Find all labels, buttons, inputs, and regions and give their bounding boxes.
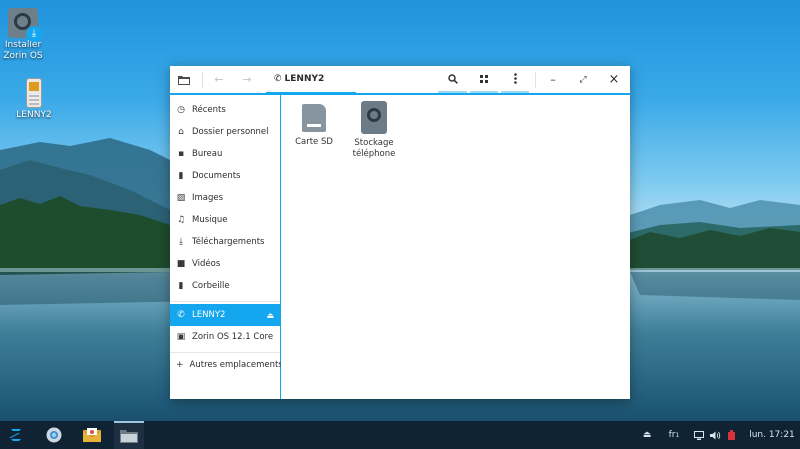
- sidebar-item-label: Dossier personnel: [192, 127, 269, 137]
- files-menu-button[interactable]: [170, 66, 198, 93]
- phone-storage-icon: [361, 101, 387, 134]
- sidebar-item-recents[interactable]: ◷ Récents: [170, 99, 280, 121]
- volume-icon: [709, 431, 720, 439]
- places-sidebar: ◷ Récents ⌂ Dossier personnel ▪ Bureau ▮…: [170, 95, 283, 399]
- sd-card-icon: [302, 104, 326, 132]
- browser-icon: [46, 427, 62, 443]
- path-label: LENNY2: [284, 74, 325, 84]
- headerbar: ← → ✆ LENNY2 – ⤢ ×: [170, 66, 630, 95]
- sidebar-item-lenny2[interactable]: ✆ LENNY2 ⏏: [170, 304, 280, 326]
- desktop-icon-lenny2[interactable]: LENNY2: [6, 78, 62, 121]
- display-button[interactable]: [692, 421, 706, 449]
- desktop-icon-label: LENNY2: [16, 110, 52, 120]
- home-icon: ⌂: [178, 127, 184, 137]
- taskbar: ⏏ fr 1 lun. 17:21: [0, 421, 800, 449]
- download-icon: ⤓: [179, 237, 183, 247]
- file-manager-window: ← → ✆ LENNY2 – ⤢ × ◷ Récents ⌂ Dossier p…: [170, 66, 630, 399]
- search-icon: [447, 73, 458, 84]
- clock-label: lun. 17:21: [749, 430, 795, 440]
- sidebar-item-label: Autres emplacements: [189, 360, 283, 370]
- sidebar-item-label: Documents: [192, 171, 241, 181]
- close-icon: ×: [608, 72, 620, 87]
- zorin-menu-icon: [9, 429, 21, 441]
- keyboard-layout-button[interactable]: fr 1: [664, 421, 684, 449]
- desktop-icon: ▪: [177, 149, 185, 159]
- drive-icon: ▣: [176, 332, 186, 342]
- clock-icon: ◷: [177, 105, 185, 115]
- desktop-icon-label: Installer Zorin OS: [3, 40, 43, 61]
- volume-button[interactable]: [708, 421, 722, 449]
- browser-button[interactable]: [40, 421, 68, 449]
- sidebar-item-videos[interactable]: ■ Vidéos: [170, 253, 280, 275]
- music-icon: ♫: [176, 215, 186, 225]
- sidebar-item-home[interactable]: ⌂ Dossier personnel: [170, 121, 280, 143]
- sidebar-item-downloads[interactable]: ⤓ Téléchargements: [170, 231, 280, 253]
- back-button[interactable]: ←: [208, 66, 230, 93]
- arrow-right-icon: →: [242, 73, 252, 86]
- document-icon: ▮: [178, 171, 184, 181]
- minimize-icon: –: [550, 73, 556, 86]
- plus-icon: +: [176, 360, 184, 370]
- close-button[interactable]: ×: [602, 66, 626, 93]
- video-icon: ■: [176, 259, 186, 269]
- sidebar-item-label: Images: [192, 193, 224, 203]
- zorin-menu-button[interactable]: [4, 421, 28, 449]
- path-bar-button[interactable]: ✆ LENNY2: [266, 66, 356, 95]
- menu-button[interactable]: [501, 66, 529, 93]
- file-view: Carte SD Stockage téléphone: [281, 95, 630, 399]
- sidebar-item-other-locations[interactable]: + Autres emplacements: [170, 354, 283, 376]
- power-button[interactable]: [724, 421, 738, 449]
- sidebar-item-zorin-core[interactable]: ▣ Zorin OS 12.1 Core: [170, 326, 280, 348]
- power-icon: [727, 430, 735, 440]
- trash-icon: ▮: [178, 281, 184, 291]
- installer-disc-icon: ⤓: [8, 8, 42, 42]
- view-toggle-button[interactable]: [470, 66, 498, 93]
- arrow-left-icon: ←: [214, 73, 224, 86]
- file-item-phone-storage[interactable]: Stockage téléphone: [339, 101, 409, 160]
- tray-eject-button[interactable]: ⏏: [640, 421, 654, 449]
- desktop-icon-installer[interactable]: ⤓ Installer Zorin OS: [0, 8, 51, 62]
- folder-icon: [178, 75, 190, 85]
- search-button[interactable]: [438, 66, 467, 93]
- eject-icon: ⏏: [642, 430, 652, 440]
- sidebar-item-label: Récents: [192, 105, 226, 115]
- sidebar-separator: [170, 301, 280, 302]
- sidebar-item-music[interactable]: ♫ Musique: [170, 209, 280, 231]
- mail-button[interactable]: [78, 421, 106, 449]
- files-icon: [120, 430, 138, 443]
- phone-icon: ✆: [274, 74, 282, 84]
- eject-icon[interactable]: ⏏: [266, 311, 274, 320]
- files-button[interactable]: [114, 421, 144, 449]
- sidebar-item-label: Musique: [192, 215, 228, 225]
- forward-button[interactable]: →: [236, 66, 258, 93]
- minimize-button[interactable]: –: [541, 66, 565, 93]
- maximize-icon: ⤢: [579, 74, 587, 85]
- sidebar-item-label: Corbeille: [192, 281, 230, 291]
- sidebar-item-label: LENNY2: [192, 310, 226, 320]
- image-icon: ▨: [176, 193, 186, 203]
- sidebar-item-label: Bureau: [192, 149, 223, 159]
- sidebar-item-desktop[interactable]: ▪ Bureau: [170, 143, 280, 165]
- clock[interactable]: lun. 17:21: [748, 421, 796, 449]
- sidebar-item-images[interactable]: ▨ Images: [170, 187, 280, 209]
- keyboard-layout-index: 1: [675, 431, 680, 439]
- sidebar-item-label: Téléchargements: [192, 237, 265, 247]
- sidebar-separator: [170, 352, 280, 353]
- display-icon: [694, 430, 704, 440]
- sidebar-item-trash[interactable]: ▮ Corbeille: [170, 275, 280, 297]
- kebab-menu-icon: [513, 73, 517, 84]
- sidebar-item-documents[interactable]: ▮ Documents: [170, 165, 280, 187]
- keyboard-layout-label: fr: [668, 430, 676, 440]
- phone-device-icon: [26, 78, 42, 108]
- phone-icon: ✆: [177, 310, 185, 320]
- mail-icon: [83, 428, 101, 442]
- maximize-button[interactable]: ⤢: [571, 66, 595, 93]
- sidebar-item-label: Zorin OS 12.1 Core: [192, 332, 274, 342]
- grid-view-icon: [480, 74, 488, 83]
- sidebar-item-label: Vidéos: [192, 259, 221, 269]
- file-item-label: Stockage téléphone: [352, 138, 396, 159]
